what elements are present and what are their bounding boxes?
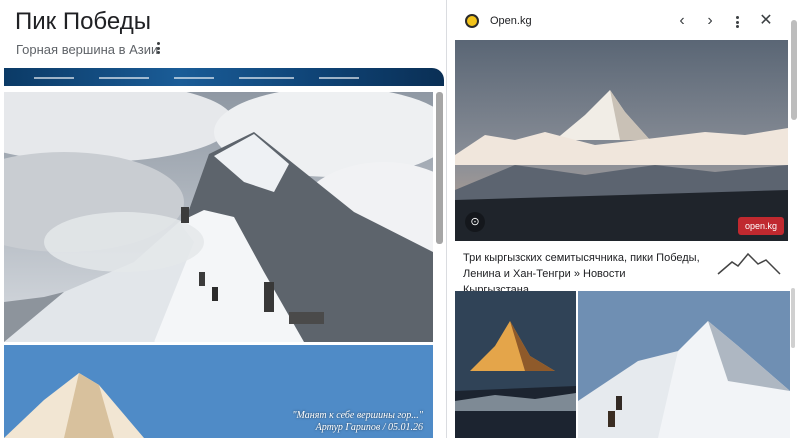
image-scrollbar[interactable] xyxy=(436,92,443,244)
main-mountain-image[interactable] xyxy=(4,92,433,342)
caption-quote: "Манят к себе вершины гор..." xyxy=(292,410,423,421)
related-image-2[interactable] xyxy=(578,291,790,438)
screen: Пик Победы Горная вершина в Азии "Манят … xyxy=(0,0,800,438)
watermark-badge: open.kg xyxy=(738,217,784,235)
lens-icon[interactable]: ⊙ xyxy=(465,212,485,232)
site-name[interactable]: Open.kg xyxy=(490,15,532,27)
more-options-icon[interactable] xyxy=(153,40,163,56)
related-image-1[interactable] xyxy=(455,291,576,438)
more-vert-icon[interactable] xyxy=(733,14,741,30)
secondary-mountain-image[interactable]: "Манят к себе вершины гор..." Артур Гари… xyxy=(4,345,433,438)
image-viewer-panel: Open.kg ‹ › ✕ ⊙ open.kg Три кыргызских с… xyxy=(447,0,800,438)
knowledge-panel: Пик Победы Горная вершина в Азии "Манят … xyxy=(0,0,446,438)
viewer-scrollbar[interactable] xyxy=(791,20,797,120)
preview-image[interactable]: ⊙ open.kg xyxy=(455,40,788,241)
chevron-right-icon[interactable]: › xyxy=(700,11,720,31)
chevron-left-icon[interactable]: ‹ xyxy=(672,11,692,31)
caption-author: Артур Гарипов / 05.01.26 xyxy=(315,422,423,433)
entity-title: Пик Победы xyxy=(15,8,151,35)
entity-subtitle: Горная вершина в Азии xyxy=(16,42,159,57)
viewer-header: Open.kg ‹ › ✕ xyxy=(447,0,800,40)
viewer-scrollbar-lower[interactable] xyxy=(791,288,795,348)
site-favicon-icon xyxy=(465,14,479,28)
article-thumbnail[interactable] xyxy=(714,248,784,280)
image-strip[interactable] xyxy=(4,68,444,86)
image-caption: "Манят к себе вершины гор..." Артур Гари… xyxy=(292,410,423,434)
close-icon[interactable]: ✕ xyxy=(756,11,776,31)
